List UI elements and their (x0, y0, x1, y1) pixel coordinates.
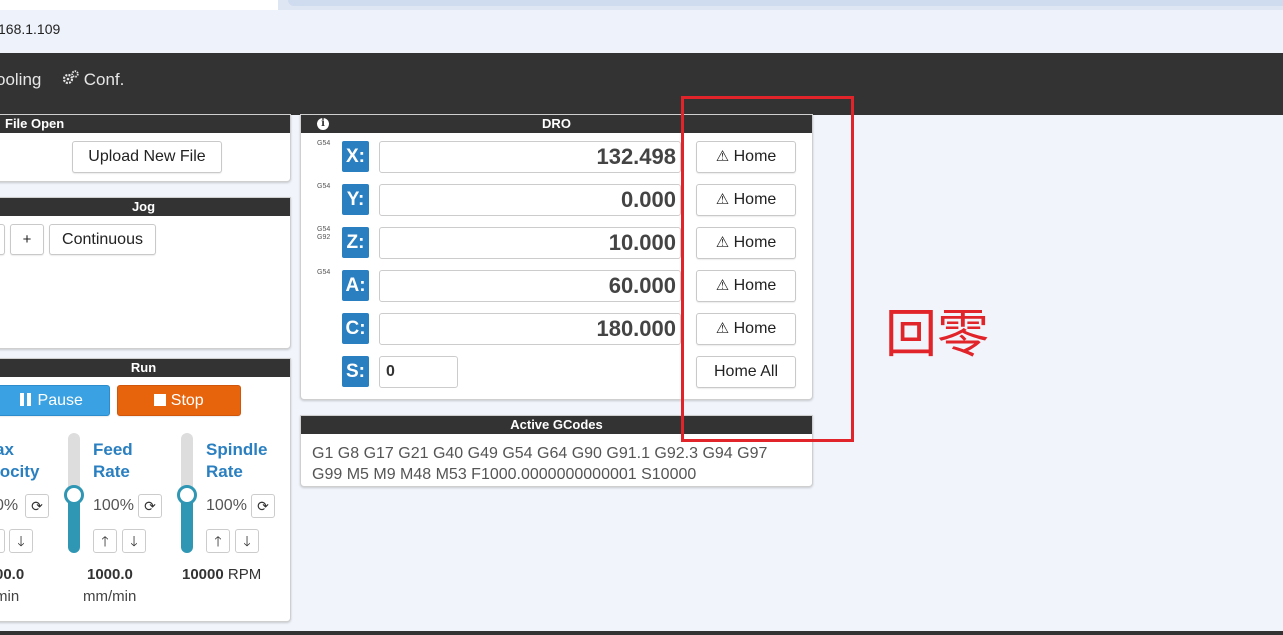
feed-rate-label-line2: Rate (93, 462, 130, 481)
info-icon: i (317, 118, 329, 130)
a-position-field[interactable]: 60.000 (379, 270, 681, 302)
nav-item-conf[interactable]: Conf. (62, 70, 124, 90)
y-axis-label: Y: (342, 184, 369, 215)
feed-rate-down-button[interactable]: 🡓 (122, 529, 146, 553)
spindle-rate-percent: 100% (206, 497, 247, 514)
feed-rate-label-line1: Feed (93, 440, 133, 459)
x-gcode-mark: G54 (317, 140, 331, 147)
nav-conf-label: Conf. (83, 70, 125, 89)
x-position-field[interactable]: 132.498 (379, 141, 681, 173)
spindle-rate-label-line1: Spindle (206, 440, 268, 459)
active-gcodes-text: G1 G8 G17 G21 G40 G49 G54 G64 G90 G91.1 … (312, 443, 767, 485)
arrow-up-icon: 🡑 (101, 533, 109, 549)
max-velocity-up-button[interactable] (0, 529, 5, 553)
arrow-down-icon: 🡓 (243, 533, 251, 549)
jog-minus-button[interactable] (0, 224, 5, 255)
a-gcode-mark: G54 (317, 269, 331, 276)
spindle-rate-reset-button[interactable]: ⟳ (251, 494, 275, 518)
feed-rate-unit: mm/min (83, 588, 137, 605)
spindle-rate-label: Spindle Rate (206, 439, 267, 483)
run-panel: Run Pause Stop ax locity 0% ⟳ 🡓 00.0 min… (0, 358, 291, 622)
z-position-field[interactable]: 10.000 (379, 227, 681, 259)
active-gcodes-line1: G1 G8 G17 G21 G40 G49 G54 G64 G90 G91.1 … (312, 445, 768, 462)
spindle-rate-value: 10000 (182, 566, 224, 583)
file-open-panel: File Open Upload New File (0, 114, 291, 182)
gears-icon (62, 70, 79, 90)
jog-title: Jog (0, 198, 290, 216)
feed-rate-reset-button[interactable]: ⟳ (138, 494, 162, 518)
spindle-rate-label-line2: Rate (206, 462, 243, 481)
refresh-icon: ⟳ (31, 498, 43, 514)
pause-button[interactable]: Pause (0, 385, 110, 416)
browser-active-tab[interactable] (0, 0, 278, 10)
spindle-rate-readout: 10000 RPM (182, 566, 261, 583)
max-velocity-percent: 0% (0, 497, 19, 514)
file-open-title: File Open (0, 115, 290, 133)
arrow-down-icon: 🡓 (130, 533, 138, 549)
stop-button[interactable]: Stop (117, 385, 241, 416)
jog-continuous-button[interactable]: Continuous (49, 224, 156, 255)
spindle-rate-up-button[interactable]: 🡑 (206, 529, 230, 553)
spindle-rate-slider-handle[interactable] (177, 485, 197, 505)
jog-panel: Jog + Continuous (0, 197, 291, 349)
spindle-rate-down-button[interactable]: 🡓 (235, 529, 259, 553)
feed-rate-percent: 100% (93, 497, 134, 514)
pause-label: Pause (37, 392, 83, 409)
x-axis-label: X: (342, 141, 369, 172)
spindle-speed-input[interactable]: 0 (379, 356, 458, 388)
z-axis-label: Z: (342, 227, 369, 258)
run-title: Run (0, 359, 290, 377)
a-axis-label: A: (342, 270, 369, 301)
top-navbar (0, 53, 1283, 115)
arrow-up-icon: 🡑 (214, 533, 222, 549)
feed-rate-slider-handle[interactable] (64, 485, 84, 505)
c-position-field[interactable]: 180.000 (379, 313, 681, 345)
browser-tab[interactable] (288, 0, 1283, 6)
y-position-field[interactable]: 0.000 (379, 184, 681, 216)
annotation-text: 回零 (885, 305, 990, 365)
annotation-highlight-box (681, 96, 854, 442)
nav-item-tooling[interactable]: ooling (0, 70, 41, 90)
z-gcode-mark: G54 G92 (317, 226, 331, 241)
spindle-label: S: (342, 356, 369, 387)
max-velocity-value: 00.0 (0, 566, 25, 583)
spindle-rate-unit: RPM (227, 566, 262, 583)
max-velocity-down-button[interactable]: 🡓 (9, 529, 33, 553)
refresh-icon: ⟳ (144, 498, 156, 514)
feed-rate-label: Feed Rate (93, 439, 133, 483)
feed-rate-value: 1000.0 (87, 566, 133, 583)
max-velocity-reset-button[interactable]: ⟳ (25, 494, 49, 518)
address-bar[interactable] (0, 10, 1283, 50)
max-velocity-unit: min (0, 588, 20, 605)
url-text[interactable]: 168.1.109 (0, 21, 60, 37)
upload-new-file-button[interactable]: Upload New File (72, 141, 222, 173)
active-gcodes-line2: G99 M5 M9 M48 M53 F1000.0000000000001 S1… (312, 466, 697, 483)
max-velocity-label: ax locity (0, 439, 39, 483)
dro-title-text: DRO (542, 116, 571, 131)
y-gcode-mark: G54 (317, 183, 331, 190)
refresh-icon: ⟳ (257, 498, 269, 514)
stop-icon (154, 394, 167, 406)
max-velocity-label-line1: ax (0, 440, 14, 459)
arrow-down-icon: 🡓 (17, 533, 25, 549)
c-axis-label: C: (342, 313, 369, 344)
jog-plus-button[interactable]: + (10, 224, 44, 255)
pause-icon (19, 393, 33, 406)
max-velocity-label-line2: locity (0, 462, 40, 481)
feed-rate-up-button[interactable]: 🡑 (93, 529, 117, 553)
bottom-border (0, 631, 1283, 635)
stop-label: Stop (170, 392, 204, 409)
